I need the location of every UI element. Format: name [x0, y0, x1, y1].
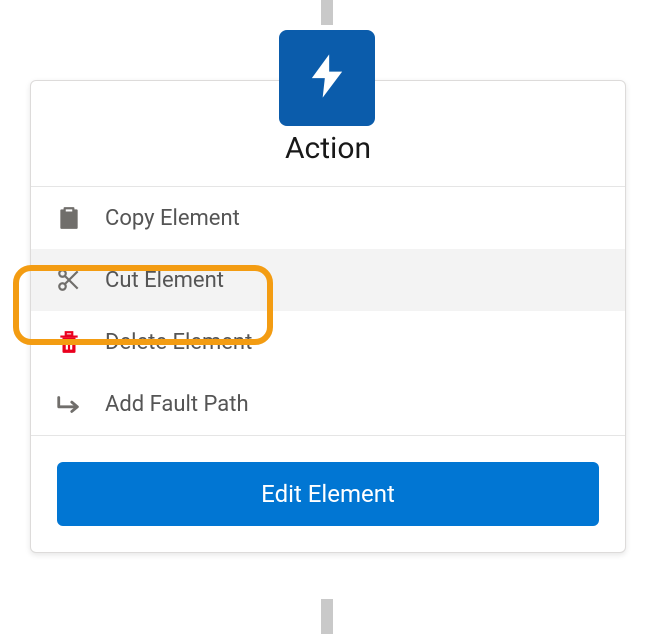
menu-item-label: Cut Element	[105, 268, 224, 293]
connector-line-top	[321, 0, 333, 25]
menu-list: Copy Element Cut Element	[31, 187, 625, 435]
edit-element-button[interactable]: Edit Element	[57, 462, 599, 526]
menu-item-fault[interactable]: Add Fault Path	[31, 373, 625, 435]
menu-item-delete[interactable]: Delete Element	[31, 311, 625, 373]
connector-line-bottom	[321, 599, 333, 634]
menu-item-copy[interactable]: Copy Element	[31, 187, 625, 249]
menu-item-label: Delete Element	[105, 330, 252, 355]
lightning-icon	[301, 50, 353, 106]
card-footer: Edit Element	[31, 435, 625, 552]
menu-item-cut[interactable]: Cut Element	[31, 249, 625, 311]
action-badge	[279, 30, 375, 126]
menu-item-label: Add Fault Path	[105, 392, 249, 417]
card-title: Action	[51, 131, 605, 166]
scissors-icon	[55, 266, 83, 294]
trash-icon	[55, 328, 83, 356]
fault-path-icon	[55, 390, 83, 418]
action-card: Action Copy Element Cut Element	[30, 80, 626, 553]
menu-item-label: Copy Element	[105, 206, 240, 231]
clipboard-icon	[55, 204, 83, 232]
